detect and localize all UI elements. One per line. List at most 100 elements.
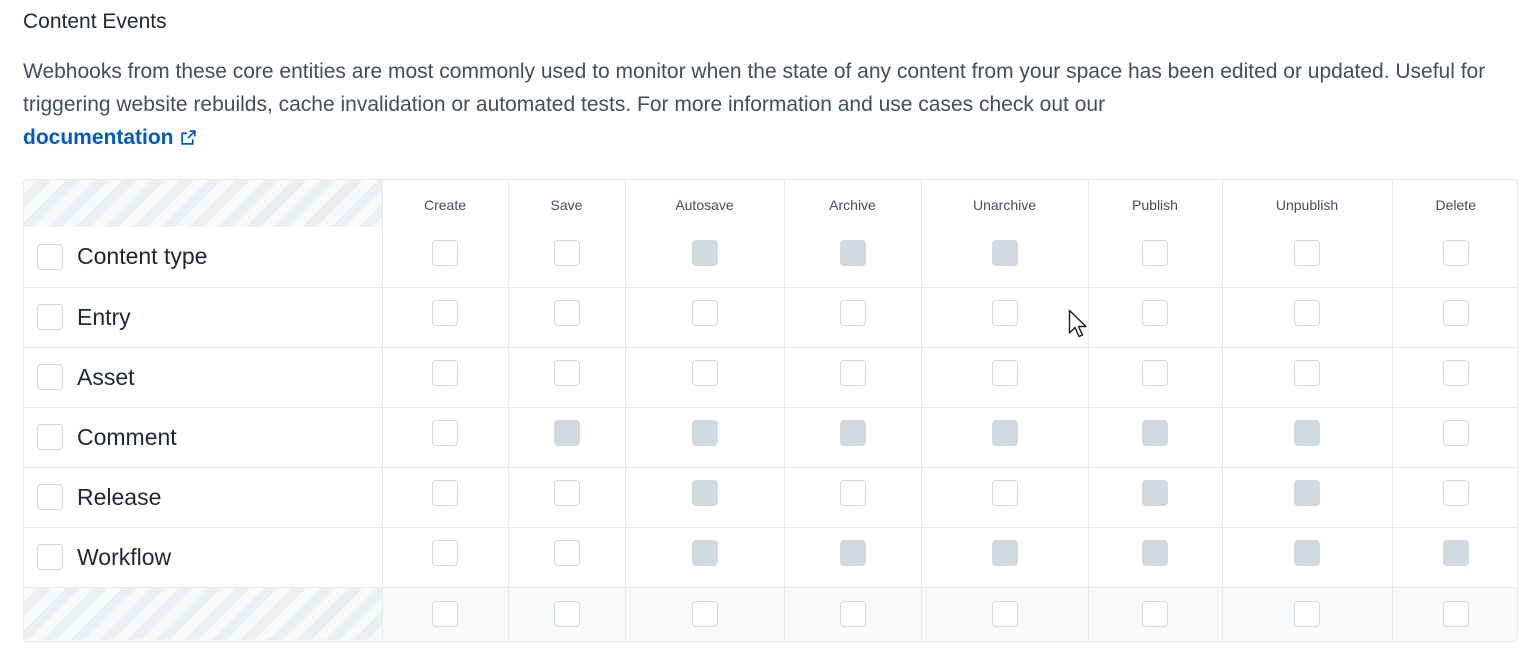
column-select-all-checkbox[interactable] <box>839 600 866 627</box>
row-label: Entry <box>77 303 131 330</box>
event-checkbox <box>691 480 718 506</box>
event-cell <box>921 467 1089 528</box>
event-checkbox <box>839 540 866 566</box>
event-cell <box>921 227 1089 288</box>
event-cell <box>1088 227 1223 288</box>
row-label-cell: Entry <box>24 287 383 348</box>
event-cell <box>784 347 922 408</box>
event-checkbox[interactable] <box>432 300 458 326</box>
event-cell <box>625 227 785 288</box>
event-checkbox <box>991 239 1018 266</box>
event-checkbox[interactable] <box>432 360 458 386</box>
event-cell <box>1222 287 1393 348</box>
documentation-link-label: documentation <box>23 126 174 149</box>
row-label-cell: Comment <box>24 407 383 468</box>
row-select-all-checkbox[interactable] <box>37 243 63 270</box>
event-checkbox[interactable] <box>1442 239 1469 266</box>
event-cell <box>784 527 922 588</box>
row-label-cell: Content type <box>24 227 383 288</box>
event-cell <box>382 287 509 348</box>
event-checkbox[interactable] <box>839 480 866 506</box>
event-checkbox <box>553 420 580 446</box>
event-checkbox[interactable] <box>1294 239 1320 266</box>
event-cell <box>1392 347 1517 408</box>
column-select-all-checkbox[interactable] <box>1142 600 1168 627</box>
event-checkbox[interactable] <box>553 300 580 326</box>
column-select-all-checkbox[interactable] <box>1294 600 1320 627</box>
event-checkbox <box>691 420 718 446</box>
event-checkbox[interactable] <box>553 239 580 266</box>
footer-cell <box>1392 587 1517 640</box>
row-select-all-checkbox[interactable] <box>37 484 63 510</box>
event-checkbox[interactable] <box>991 360 1018 386</box>
event-checkbox[interactable] <box>432 239 458 266</box>
event-checkbox <box>1442 540 1469 566</box>
event-checkbox[interactable] <box>1294 300 1320 326</box>
event-cell <box>1088 407 1223 468</box>
event-cell <box>921 527 1089 588</box>
event-checkbox[interactable] <box>991 300 1018 326</box>
event-checkbox[interactable] <box>839 360 866 386</box>
event-checkbox[interactable] <box>691 300 718 326</box>
event-checkbox <box>839 420 866 446</box>
event-cell <box>382 527 509 588</box>
event-cell <box>1392 227 1517 288</box>
event-checkbox[interactable] <box>553 540 580 566</box>
footer-cell <box>1088 587 1223 640</box>
event-checkbox[interactable] <box>839 300 866 326</box>
column-header-save: Save <box>508 180 626 227</box>
event-checkbox[interactable] <box>1294 360 1320 386</box>
column-select-all-checkbox[interactable] <box>432 600 458 627</box>
event-cell <box>625 527 785 588</box>
column-header-autosave: Autosave <box>625 180 785 227</box>
footer-cell <box>508 587 626 640</box>
event-checkbox[interactable] <box>432 480 458 506</box>
event-checkbox[interactable] <box>991 480 1018 506</box>
event-cell <box>1392 527 1517 588</box>
event-checkbox[interactable] <box>553 480 580 506</box>
event-row: Entry <box>24 287 1517 348</box>
event-checkbox[interactable] <box>1442 360 1469 386</box>
event-checkbox[interactable] <box>1142 300 1168 326</box>
column-select-all-checkbox[interactable] <box>691 600 718 627</box>
event-checkbox <box>1142 480 1168 506</box>
event-checkbox[interactable] <box>1442 300 1469 326</box>
row-label-cell: Asset <box>24 347 383 408</box>
event-checkbox[interactable] <box>1142 360 1168 386</box>
header-row: Create Save Autosave Archive Unarchive Publis… <box>24 180 1517 227</box>
event-checkbox[interactable] <box>691 360 718 386</box>
column-select-all-checkbox[interactable] <box>1442 600 1469 627</box>
event-checkbox[interactable] <box>553 360 580 386</box>
row-select-all-checkbox[interactable] <box>37 304 63 330</box>
event-checkbox[interactable] <box>1442 420 1469 446</box>
footer-cell <box>1222 587 1393 640</box>
row-select-all-checkbox[interactable] <box>37 424 63 450</box>
event-checkbox <box>1142 540 1168 566</box>
row-select-all-checkbox[interactable] <box>37 364 63 390</box>
event-cell <box>784 227 922 288</box>
event-cell <box>921 347 1089 408</box>
event-cell <box>784 467 922 528</box>
event-checkbox <box>1294 420 1320 446</box>
event-checkbox <box>1294 540 1320 566</box>
event-cell <box>1392 467 1517 528</box>
description-text: Webhooks from these core entities are mo… <box>23 60 1486 116</box>
event-checkbox[interactable] <box>432 420 458 446</box>
column-select-all-checkbox[interactable] <box>991 600 1018 627</box>
row-select-all-checkbox[interactable] <box>37 544 63 570</box>
event-checkbox[interactable] <box>1142 239 1168 266</box>
event-checkbox[interactable] <box>1442 480 1469 506</box>
event-checkbox <box>691 239 718 266</box>
event-cell <box>1088 347 1223 408</box>
event-cell <box>1222 227 1393 288</box>
event-cell <box>1392 407 1517 468</box>
section-title: Content Events <box>23 10 167 33</box>
event-checkbox[interactable] <box>432 540 458 566</box>
event-cell <box>1222 407 1393 468</box>
documentation-link[interactable]: documentation <box>23 126 197 149</box>
event-checkbox <box>991 540 1018 566</box>
event-checkbox <box>991 420 1018 446</box>
column-select-all-checkbox[interactable] <box>553 600 580 627</box>
event-cell <box>1222 347 1393 408</box>
external-link-icon <box>180 123 197 156</box>
